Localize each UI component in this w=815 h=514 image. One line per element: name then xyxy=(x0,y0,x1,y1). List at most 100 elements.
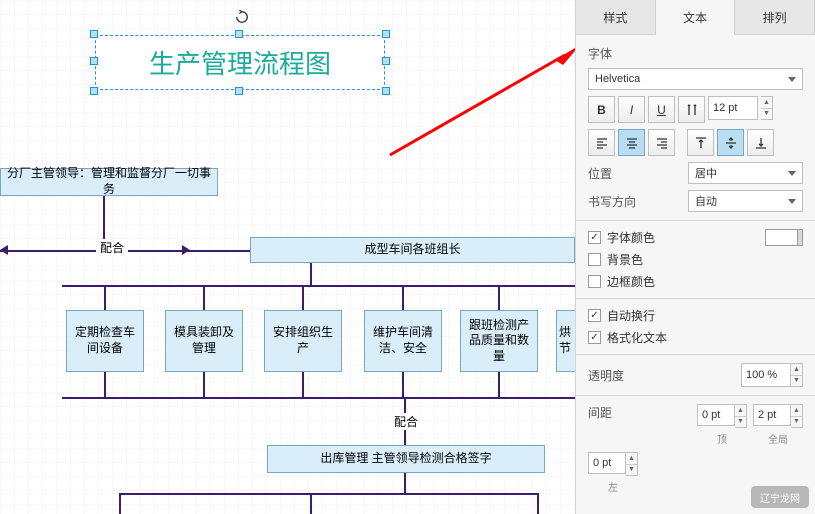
manager-text: 分厂主管领导：管理和监督分厂一切事务 xyxy=(5,166,213,197)
bgcolor-label: 背景色 xyxy=(607,251,643,268)
connector xyxy=(402,285,404,310)
bgcolor-checkbox[interactable] xyxy=(588,253,601,266)
task-box-1[interactable]: 模具装卸及管理 xyxy=(165,310,243,372)
connector xyxy=(302,372,304,397)
resize-handle-tl[interactable] xyxy=(90,30,98,38)
opacity-spinner[interactable]: ▲▼ xyxy=(791,363,803,387)
connector xyxy=(0,250,189,252)
spacing-global-label: 全局 xyxy=(768,431,788,446)
connector xyxy=(62,285,592,287)
direction-select[interactable]: 自动 xyxy=(688,190,803,212)
warehouse-box[interactable]: 出库管理 主管领导检测合格签字 xyxy=(267,445,545,473)
connector xyxy=(302,285,304,310)
diagram-title: 生产管理流程图 xyxy=(149,44,331,81)
align-right-button[interactable] xyxy=(648,129,675,156)
connector xyxy=(189,250,250,252)
spin-down-icon[interactable]: ▼ xyxy=(761,109,772,120)
valign-top-button[interactable] xyxy=(687,129,714,156)
task-box-3[interactable]: 维护车间清洁、安全 xyxy=(364,310,442,372)
team-leader-box[interactable]: 成型车间各班组长 xyxy=(250,237,575,263)
connector xyxy=(203,285,205,310)
spacing-top-label: 顶 xyxy=(717,431,727,446)
connector xyxy=(104,285,106,310)
caret-down-icon xyxy=(788,77,796,82)
task-text: 安排组织生产 xyxy=(269,325,337,356)
spacing-global-spinner[interactable]: ▲▼ xyxy=(791,404,803,428)
font-select[interactable]: Helvetica xyxy=(588,68,803,90)
spacing-top-input[interactable]: 0 pt xyxy=(697,404,735,426)
task-text: 维护车间清洁、安全 xyxy=(369,325,437,356)
title-text-box[interactable]: 生产管理流程图 xyxy=(95,35,385,90)
fontcolor-label: 字体颜色 xyxy=(607,229,655,246)
spacing-label: 间距 xyxy=(588,404,643,421)
position-select[interactable]: 居中 xyxy=(688,162,803,184)
resize-handle-bl[interactable] xyxy=(90,87,98,95)
opacity-input[interactable]: 100 % xyxy=(741,363,791,387)
bold-button[interactable]: B xyxy=(588,96,615,123)
resize-handle-tr[interactable] xyxy=(382,30,390,38)
annotation-arrow xyxy=(380,45,580,165)
resize-handle-bm[interactable] xyxy=(235,87,243,95)
underline-button[interactable]: U xyxy=(648,96,675,123)
bordercolor-checkbox[interactable] xyxy=(588,275,601,288)
team-leader-text: 成型车间各班组长 xyxy=(364,242,460,258)
opacity-label: 透明度 xyxy=(588,367,643,384)
spacing-global-input[interactable]: 2 pt xyxy=(753,404,791,426)
spacing-left-label: 左 xyxy=(608,479,618,494)
spin-up-icon[interactable]: ▲ xyxy=(761,97,772,109)
connector xyxy=(119,493,537,495)
caret-down-icon xyxy=(788,199,796,204)
caret-down-icon xyxy=(788,171,796,176)
wrap-label: 自动换行 xyxy=(607,307,655,324)
tab-arrange[interactable]: 排列 xyxy=(735,0,815,35)
align-left-button[interactable] xyxy=(588,129,615,156)
sidebar-tabs: 样式 文本 排列 xyxy=(576,0,815,35)
task-text: 模具装卸及管理 xyxy=(170,325,238,356)
connector xyxy=(203,372,205,397)
title-selection[interactable]: 生产管理流程图 xyxy=(95,35,385,90)
coop-label-1: 配合 xyxy=(96,239,128,256)
font-size-input[interactable]: 12 pt xyxy=(708,96,758,120)
task-box-4[interactable]: 跟班检测产品质量和数量 xyxy=(460,310,538,372)
valign-bottom-button[interactable] xyxy=(747,129,774,156)
resize-handle-tm[interactable] xyxy=(235,30,243,38)
connector xyxy=(498,372,500,397)
connector xyxy=(104,372,106,397)
connector xyxy=(404,473,406,493)
format-label: 格式化文本 xyxy=(607,329,667,346)
watermark: 辽宁龙网 xyxy=(751,486,809,508)
spacing-top-spinner[interactable]: ▲▼ xyxy=(735,404,747,428)
connector xyxy=(310,493,312,514)
resize-handle-ml[interactable] xyxy=(90,57,98,65)
fontcolor-checkbox[interactable]: ✓ xyxy=(588,231,601,244)
format-sidebar: 样式 文本 排列 字体 Helvetica B I U 12 pt ▲▼ xyxy=(575,0,815,514)
align-center-button[interactable] xyxy=(618,129,645,156)
connector xyxy=(62,397,592,399)
task-box-0[interactable]: 定期检查车间设备 xyxy=(66,310,144,372)
text-panel: 字体 Helvetica B I U 12 pt ▲▼ 位置 xyxy=(576,35,815,510)
font-size-spinner[interactable]: ▲▼ xyxy=(761,96,773,120)
connector xyxy=(119,493,121,514)
tab-style[interactable]: 样式 xyxy=(576,0,656,35)
direction-label: 书写方向 xyxy=(588,193,643,210)
task-box-2[interactable]: 安排组织生产 xyxy=(264,310,342,372)
spacing-left-input[interactable]: 0 pt xyxy=(588,452,626,474)
connector xyxy=(537,493,539,514)
italic-button[interactable]: I xyxy=(618,96,645,123)
rotate-handle[interactable] xyxy=(235,10,249,24)
connector xyxy=(310,263,312,285)
font-label: 字体 xyxy=(588,45,643,62)
fontcolor-swatch[interactable] xyxy=(765,229,803,246)
coop-label-2: 配合 xyxy=(390,413,422,430)
diagram-canvas[interactable]: 生产管理流程图 分厂主管领导：管理和监督分厂一切事务 配合 成型车间各班组长 定… xyxy=(0,0,575,514)
spacing-left-spinner[interactable]: ▲▼ xyxy=(626,452,638,476)
manager-box[interactable]: 分厂主管领导：管理和监督分厂一切事务 xyxy=(0,168,218,196)
vertical-text-button[interactable] xyxy=(678,96,705,123)
valign-middle-button[interactable] xyxy=(717,129,744,156)
format-checkbox[interactable]: ✓ xyxy=(588,331,601,344)
bordercolor-label: 边框颜色 xyxy=(607,273,655,290)
connector xyxy=(498,285,500,310)
wrap-checkbox[interactable]: ✓ xyxy=(588,309,601,322)
tab-text[interactable]: 文本 xyxy=(656,0,736,35)
task-text: 跟班检测产品质量和数量 xyxy=(465,318,533,365)
